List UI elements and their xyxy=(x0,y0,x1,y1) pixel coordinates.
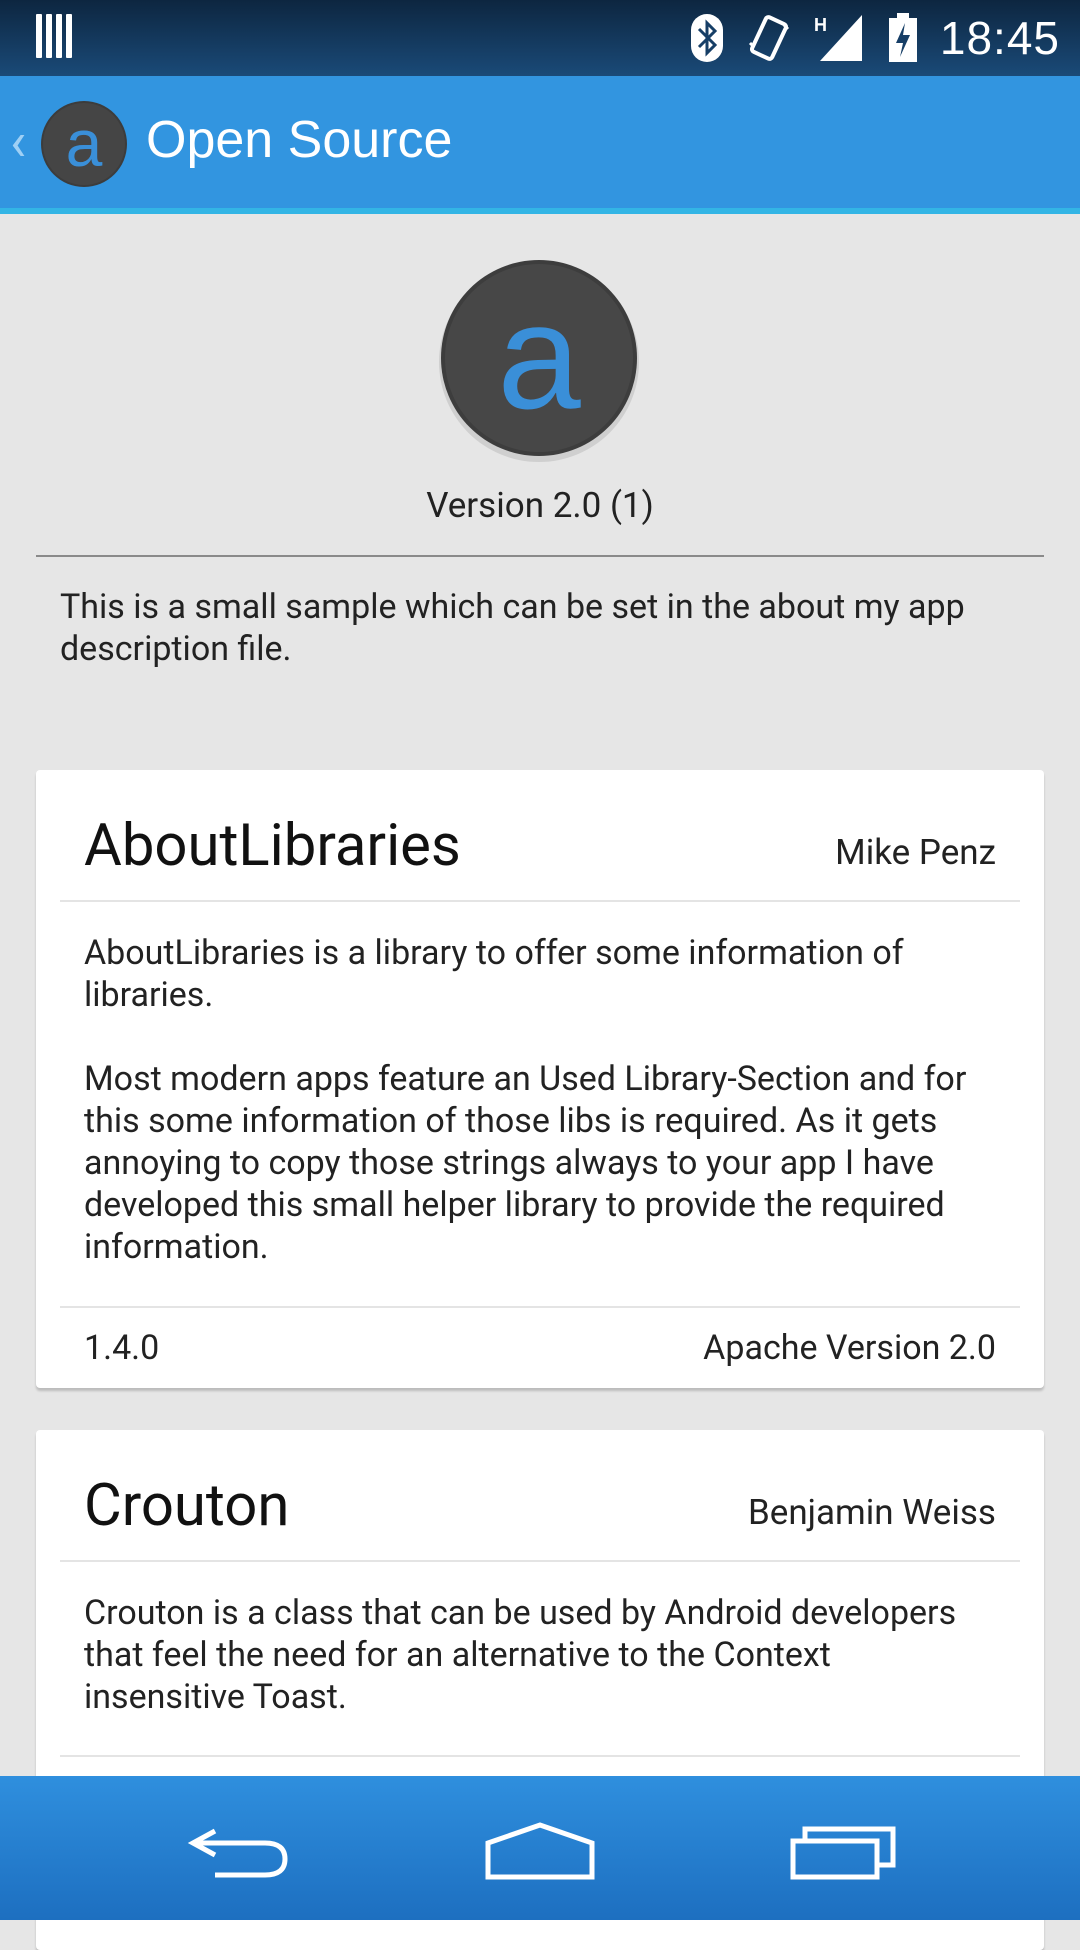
library-description: Crouton is a class that can be used by A… xyxy=(84,1593,957,1717)
status-icons: H 18:45 xyxy=(690,0,1060,76)
battery-charging-icon xyxy=(888,13,918,63)
back-button[interactable] xyxy=(180,1816,300,1886)
recent-apps-button[interactable] xyxy=(784,1816,904,1886)
bluetooth-icon xyxy=(690,13,724,63)
divider xyxy=(36,555,1044,557)
svg-text:a: a xyxy=(497,272,581,440)
action-bar: ‹ a Open Source xyxy=(0,76,1080,214)
chevron-left-icon[interactable]: ‹ xyxy=(10,116,26,170)
library-description: AboutLibraries is a library to offer som… xyxy=(84,933,967,1267)
library-card-header: Crouton Benjamin Weiss xyxy=(60,1430,1020,1562)
app-logo: a xyxy=(439,260,639,462)
library-card-header: AboutLibraries Mike Penz xyxy=(60,770,1020,902)
home-icon[interactable] xyxy=(484,1821,596,1881)
navigation-bar xyxy=(0,1776,1080,1920)
library-author[interactable]: Mike Penz xyxy=(835,832,996,873)
app-description: This is a small sample which can be set … xyxy=(60,587,965,669)
home-button[interactable] xyxy=(480,1816,600,1886)
library-name[interactable]: Crouton xyxy=(84,1472,289,1540)
library-license[interactable]: Apache Version 2.0 xyxy=(703,1328,996,1368)
library-card[interactable]: AboutLibraries Mike Penz AboutLibraries … xyxy=(36,770,1044,1388)
status-time: 18:45 xyxy=(939,12,1060,64)
divider xyxy=(60,1755,1020,1757)
back-icon[interactable] xyxy=(185,1821,295,1881)
svg-text:H: H xyxy=(814,15,827,35)
svg-text:a: a xyxy=(66,106,103,180)
library-card-footer: 1.4.0 Apache Version 2.0 xyxy=(60,1306,1020,1390)
vibrate-icon xyxy=(746,13,792,63)
status-bar: H 18:45 xyxy=(0,0,1080,76)
signal-icon: H xyxy=(814,13,866,63)
app-version: Version 2.0 (1) xyxy=(426,485,654,526)
page-title: Open Source xyxy=(146,111,453,169)
notification-icon xyxy=(36,14,72,58)
library-version: 1.4.0 xyxy=(84,1328,160,1368)
recent-apps-icon[interactable] xyxy=(789,1821,899,1881)
app-icon[interactable]: a xyxy=(40,100,128,188)
library-author[interactable]: Benjamin Weiss xyxy=(748,1492,996,1533)
library-name[interactable]: AboutLibraries xyxy=(84,812,461,880)
